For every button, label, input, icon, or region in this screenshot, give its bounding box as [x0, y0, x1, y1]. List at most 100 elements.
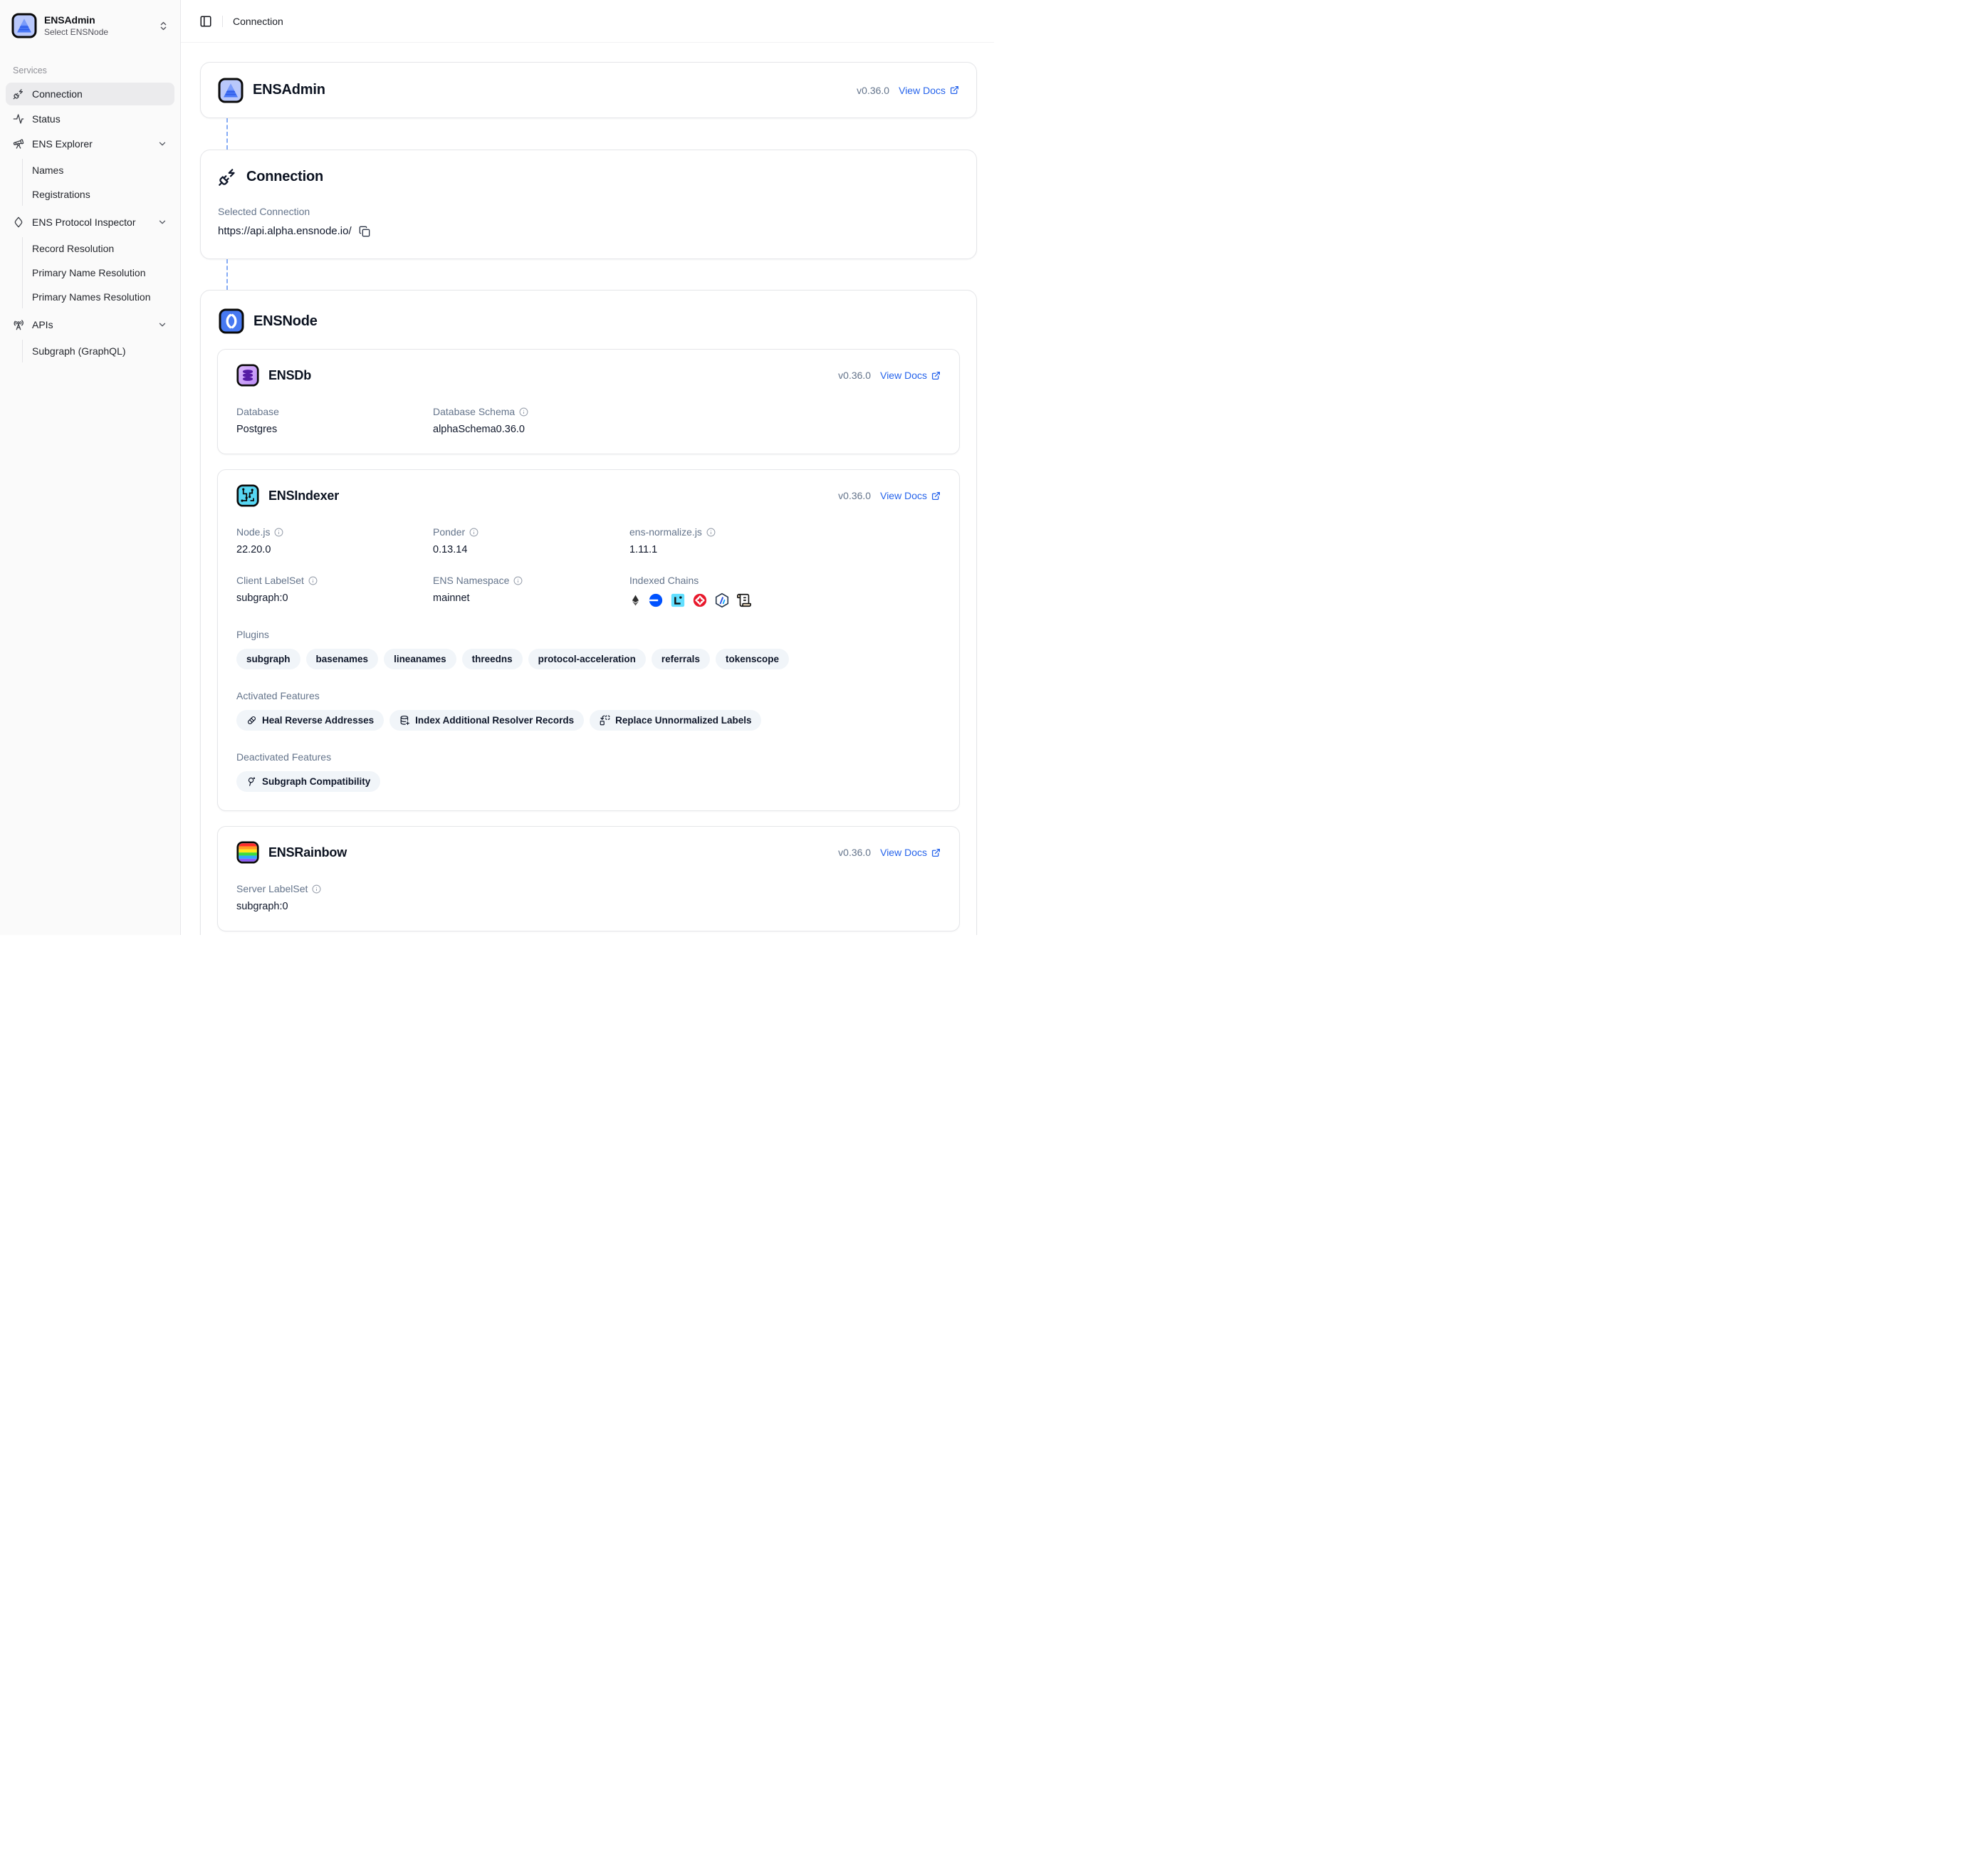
sidebar-item-label: ENS Protocol Inspector — [32, 216, 136, 228]
ensnode-card: ENSNode ENSDb v0.36.0 — [200, 290, 977, 935]
ensnode-selector[interactable]: ENSAdmin Select ENSNode — [6, 7, 174, 44]
ensnode-logo — [219, 308, 244, 334]
field-label: Server LabelSet — [236, 883, 433, 894]
sidebar-item-label: Connection — [32, 88, 83, 100]
info-icon[interactable] — [513, 576, 523, 585]
info-icon[interactable] — [308, 576, 318, 585]
sidebar-item-primary-names-resolution[interactable]: Primary Names Resolution — [23, 286, 174, 308]
field-label: ENS Namespace — [433, 575, 629, 586]
sidebar-item-ens-explorer[interactable]: ENS Explorer — [6, 132, 174, 155]
connection-card: Connection Selected Connection https://a… — [200, 150, 977, 259]
external-link-icon — [950, 85, 959, 95]
plug-zap-icon — [218, 167, 237, 187]
sidebar-item-label: APIs — [32, 319, 53, 330]
sidebar-item-label: Primary Name Resolution — [32, 267, 146, 278]
sidebar-item-record-resolution[interactable]: Record Resolution — [23, 237, 174, 260]
view-docs-label: View Docs — [899, 85, 946, 96]
field-label: ens-normalize.js — [629, 526, 941, 538]
plugin-badge: referrals — [652, 649, 710, 669]
breadcrumb: Connection — [233, 16, 283, 27]
feature-badge: Heal Reverse Addresses — [236, 710, 384, 731]
sidebar-item-label: Registrations — [32, 189, 90, 200]
sidebar-item-label: Subgraph (GraphQL) — [32, 345, 126, 357]
topbar: Connection — [181, 0, 994, 43]
field-ens-namespace: ENS Namespace mainnet — [433, 575, 629, 608]
field-value: subgraph:0 — [236, 901, 433, 912]
chevron-down-icon — [157, 320, 167, 330]
ensdb-view-docs-link[interactable]: View Docs — [880, 370, 941, 381]
apis-children: Subgraph (GraphQL) — [22, 340, 174, 362]
info-icon[interactable] — [274, 528, 283, 537]
info-icon[interactable] — [519, 407, 528, 417]
sidebar-item-label: Status — [32, 113, 61, 125]
sidebar-item-connection[interactable]: Connection — [6, 83, 174, 105]
plug-zap-icon — [13, 88, 24, 100]
external-link-icon — [931, 848, 941, 857]
sidebar-item-apis[interactable]: APIs — [6, 313, 174, 336]
view-docs-label: View Docs — [880, 490, 927, 501]
field-value: 0.13.14 — [433, 544, 629, 555]
subgraph-compatibility-icon — [246, 776, 257, 787]
plugin-badge: subgraph — [236, 649, 300, 669]
ens-diamond-icon — [13, 216, 24, 228]
arbitrum-chain-icon — [714, 592, 730, 608]
field-label-text: ENS Namespace — [433, 575, 509, 586]
view-docs-label: View Docs — [880, 847, 927, 858]
chevrons-up-down-icon — [158, 21, 169, 31]
indexed-chains-row — [629, 592, 941, 608]
ensadmin-view-docs-link[interactable]: View Docs — [899, 85, 959, 96]
sidebar-item-registrations[interactable]: Registrations — [23, 183, 174, 206]
dashed-connector — [226, 259, 228, 290]
sidebar-toggle-button[interactable] — [199, 15, 212, 28]
copy-url-button[interactable] — [359, 226, 370, 237]
ensadmin-logo — [218, 78, 244, 103]
base-chain-icon — [648, 592, 664, 608]
sidebar-item-ens-protocol-inspector[interactable]: ENS Protocol Inspector — [6, 211, 174, 234]
activated-features-label: Activated Features — [236, 690, 941, 701]
ensrainbow-title: ENSRainbow — [268, 845, 347, 860]
info-icon[interactable] — [469, 528, 478, 537]
ensrainbow-card: ENSRainbow v0.36.0 View Docs Server Labe… — [217, 826, 960, 931]
ensdb-title: ENSDb — [268, 368, 311, 383]
field-nodejs: Node.js 22.20.0 — [236, 526, 433, 555]
connection-card-title: Connection — [246, 169, 323, 185]
ens-explorer-children: Names Registrations — [22, 159, 174, 206]
field-label-text: Database Schema — [433, 406, 515, 417]
threedns-chain-icon — [692, 592, 708, 608]
feature-label: Index Additional Resolver Records — [415, 715, 574, 726]
field-ponder: Ponder 0.13.14 — [433, 526, 629, 555]
activity-icon — [13, 113, 24, 125]
feature-label: Replace Unnormalized Labels — [615, 715, 751, 726]
app-subtitle: Select ENSNode — [44, 27, 151, 37]
plugin-badge: protocol-acceleration — [528, 649, 646, 669]
info-icon[interactable] — [312, 884, 321, 894]
sidebar-item-status[interactable]: Status — [6, 108, 174, 130]
ensadmin-card: ENSAdmin v0.36.0 View Docs — [200, 62, 977, 118]
field-value: mainnet — [433, 592, 629, 604]
sidebar-item-label: Names — [32, 164, 63, 176]
info-icon[interactable] — [706, 528, 716, 537]
main-area: Connection ENSAdmin v0.36.0 View Docs — [181, 0, 994, 935]
activated-features-row: Heal Reverse Addresses Index Additional … — [236, 710, 941, 731]
ensrainbow-view-docs-link[interactable]: View Docs — [880, 847, 941, 858]
panel-left-icon — [199, 15, 212, 28]
ensadmin-logo — [11, 13, 37, 38]
sidebar-item-label: ENS Explorer — [32, 138, 93, 150]
sidebar-nav: Connection Status ENS Explorer Names R — [6, 83, 174, 365]
ensdb-logo — [236, 364, 259, 387]
plugins-row: subgraph basenames lineanames threedns p… — [236, 649, 941, 669]
sidebar-item-primary-name-resolution[interactable]: Primary Name Resolution — [23, 261, 174, 284]
bandage-icon — [246, 715, 257, 726]
sidebar-item-names[interactable]: Names — [23, 159, 174, 182]
field-server-labelset: Server LabelSet subgraph:0 — [236, 883, 433, 912]
ensindexer-logo — [236, 484, 259, 507]
chevron-down-icon — [157, 217, 167, 227]
telescope-icon — [13, 138, 24, 150]
feature-badge: Index Additional Resolver Records — [389, 710, 584, 731]
sidebar-item-subgraph-graphql[interactable]: Subgraph (GraphQL) — [23, 340, 174, 362]
ensindexer-view-docs-link[interactable]: View Docs — [880, 490, 941, 501]
radio-tower-icon — [13, 319, 24, 330]
page-content: ENSAdmin v0.36.0 View Docs Connection — [181, 43, 994, 935]
sidebar-item-label: Record Resolution — [32, 243, 114, 254]
field-ens-normalize: ens-normalize.js 1.11.1 — [629, 526, 941, 555]
